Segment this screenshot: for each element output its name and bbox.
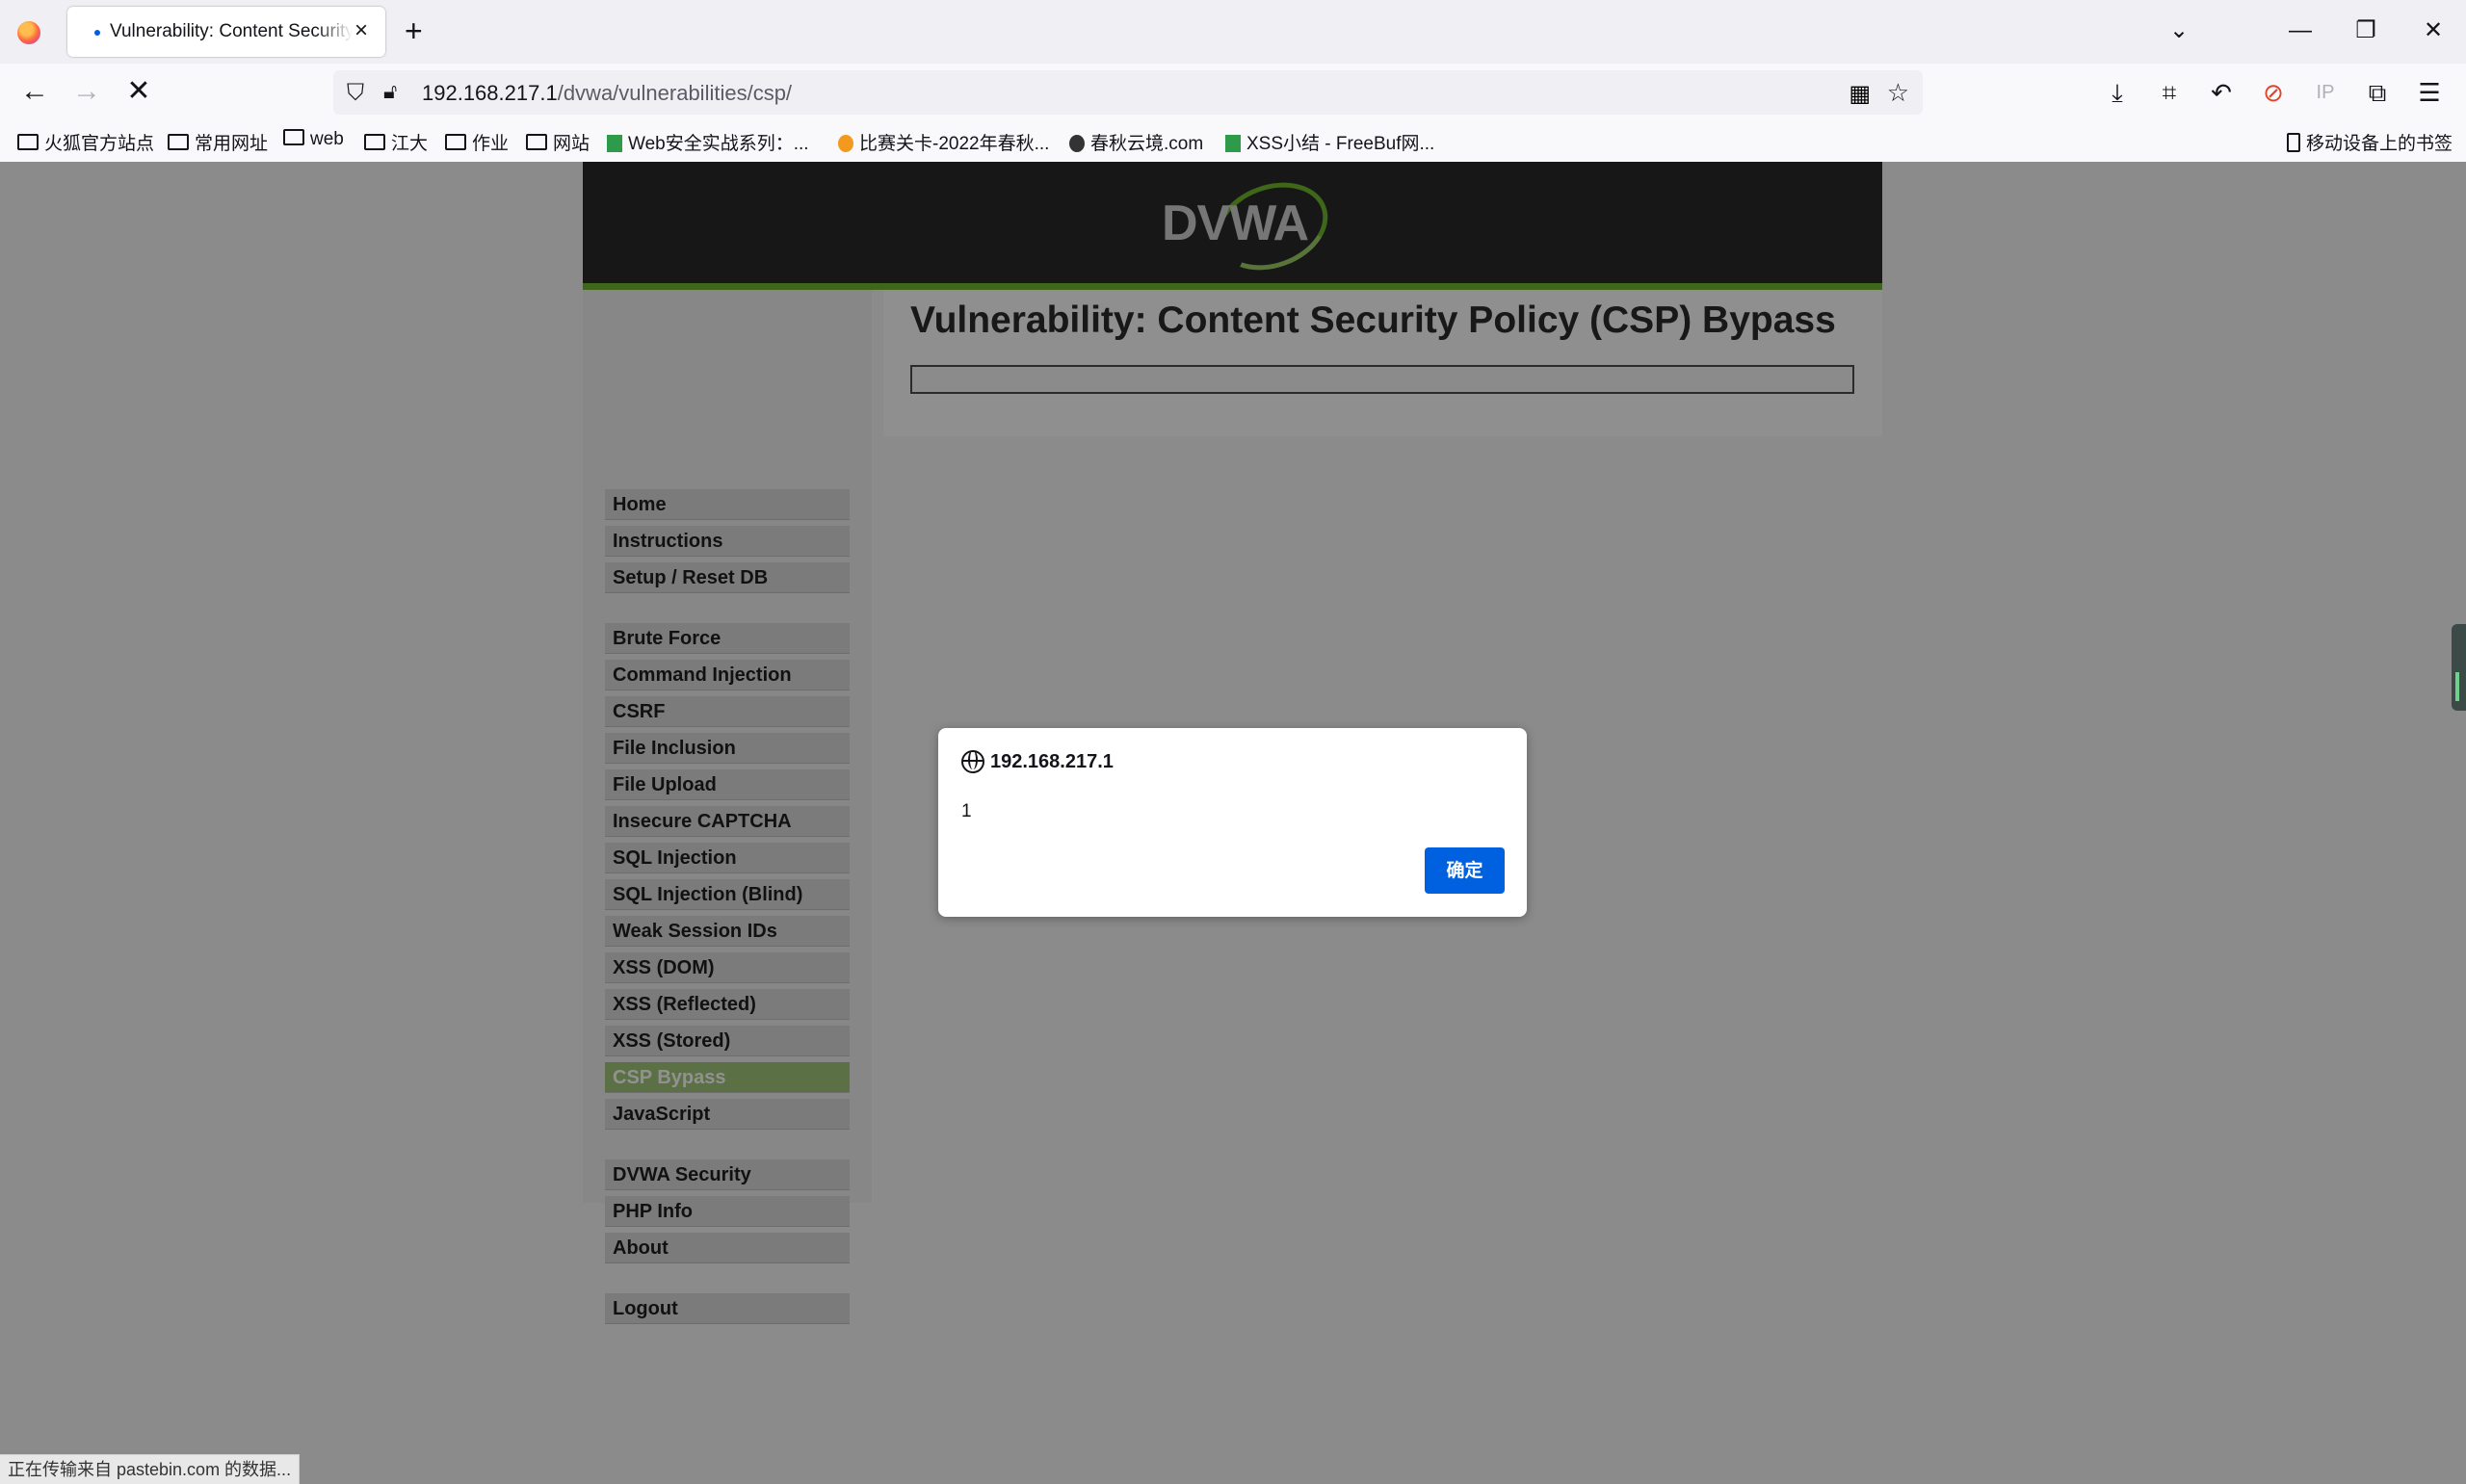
new-tab-button[interactable]: + <box>405 12 423 50</box>
loading-dot-icon <box>94 30 100 36</box>
tab-strip: Vulnerability: Content Security Policy (… <box>0 0 2466 64</box>
blocked-extension-icon[interactable]: ⊘ <box>2254 75 2293 110</box>
folder-icon <box>168 134 189 150</box>
restore-button[interactable]: ❐ <box>2347 13 2385 48</box>
bookmark-folder[interactable]: 江大 <box>364 129 428 155</box>
bookmark-folder[interactable]: 火狐官方站点 <box>17 129 154 155</box>
alert-message: 1 <box>961 801 972 821</box>
back-button[interactable]: ← <box>15 75 54 110</box>
bookmark-star-icon[interactable]: ☆ <box>1887 78 1909 108</box>
bookmark-link[interactable]: XSS小结 - FreeBuf网... <box>1225 129 1434 155</box>
active-tab[interactable]: Vulnerability: Content Security Policy (… <box>67 7 385 57</box>
folder-icon <box>283 129 304 145</box>
ichunqiu-favicon-icon <box>838 135 853 152</box>
crop-screenshot-icon[interactable]: ⌗ <box>2150 75 2189 110</box>
bookmark-folder[interactable]: 作业 <box>445 129 509 155</box>
bookmark-link[interactable]: 春秋云境.com <box>1069 129 1203 155</box>
tracking-shield-icon[interactable]: ⛉ <box>347 80 364 107</box>
url-bar[interactable]: ⛉ 🔓︎ 192.168.217.1/dvwa/vulnerabilities/… <box>333 70 1923 115</box>
mobile-bookmarks[interactable]: 移动设备上的书签 <box>2287 129 2453 155</box>
folder-icon <box>445 134 466 150</box>
bookmark-folder[interactable]: 常用网址 <box>168 129 268 155</box>
bookmark-link[interactable]: 比赛关卡-2022年春秋... <box>838 129 1049 155</box>
url-path: /dvwa/vulnerabilities/csp/ <box>557 81 793 105</box>
folder-icon <box>526 134 547 150</box>
alert-dialog: 192.168.217.1 1 确定 <box>938 728 1527 917</box>
window-close-button[interactable]: ✕ <box>2414 13 2453 48</box>
nav-bar: ← → ✕ ⛉ 🔓︎ 192.168.217.1/dvwa/vulnerabil… <box>0 64 2466 121</box>
mobile-device-icon <box>2287 133 2300 152</box>
insecure-lock-icon[interactable]: 🔓︎ <box>383 79 397 104</box>
bookmark-link[interactable]: Web安全实战系列：... <box>607 129 809 155</box>
freebuf-favicon-icon <box>607 135 622 152</box>
ip-extension-icon[interactable]: IP <box>2306 75 2345 110</box>
url-text[interactable]: 192.168.217.1/dvwa/vulnerabilities/csp/ <box>422 81 792 106</box>
side-panel-indicator <box>2455 672 2459 701</box>
undo-icon[interactable]: ↶ <box>2202 75 2241 110</box>
tab-close-icon[interactable]: × <box>354 17 368 44</box>
menu-icon[interactable]: ☰ <box>2410 75 2449 110</box>
tab-list-icon[interactable]: ⌄ <box>2160 13 2198 48</box>
bookmarks-bar: 火狐官方站点 常用网址 web 江大 作业 网站 Web安全实战系列：... 比… <box>0 121 2466 163</box>
cloud-range-favicon-icon <box>1069 135 1085 152</box>
status-bar: 正在传输来自 pastebin.com 的数据... <box>0 1454 301 1484</box>
bookmark-folder[interactable]: web <box>283 129 344 150</box>
side-panel-handle[interactable] <box>2452 624 2466 711</box>
firefox-logo-icon[interactable] <box>17 21 40 44</box>
tab-title: Vulnerability: Content Security Policy (… <box>110 21 353 41</box>
forward-button[interactable]: → <box>67 75 106 110</box>
alert-origin: 192.168.217.1 <box>990 751 1114 772</box>
bookmark-folder[interactable]: 网站 <box>526 129 590 155</box>
extensions-icon[interactable]: ⧉ <box>2358 75 2397 110</box>
minimize-button[interactable]: — <box>2281 13 2320 48</box>
ok-button[interactable]: 确定 <box>1425 847 1505 894</box>
download-icon[interactable]: ⤓ <box>2098 75 2137 110</box>
freebuf-favicon-icon <box>1225 135 1241 152</box>
globe-icon <box>961 750 984 773</box>
stop-button[interactable]: ✕ <box>119 75 158 110</box>
folder-icon <box>364 134 385 150</box>
folder-icon <box>17 134 39 150</box>
qr-code-icon[interactable]: ▦ <box>1849 80 1871 108</box>
url-host: 192.168.217.1 <box>422 81 558 105</box>
